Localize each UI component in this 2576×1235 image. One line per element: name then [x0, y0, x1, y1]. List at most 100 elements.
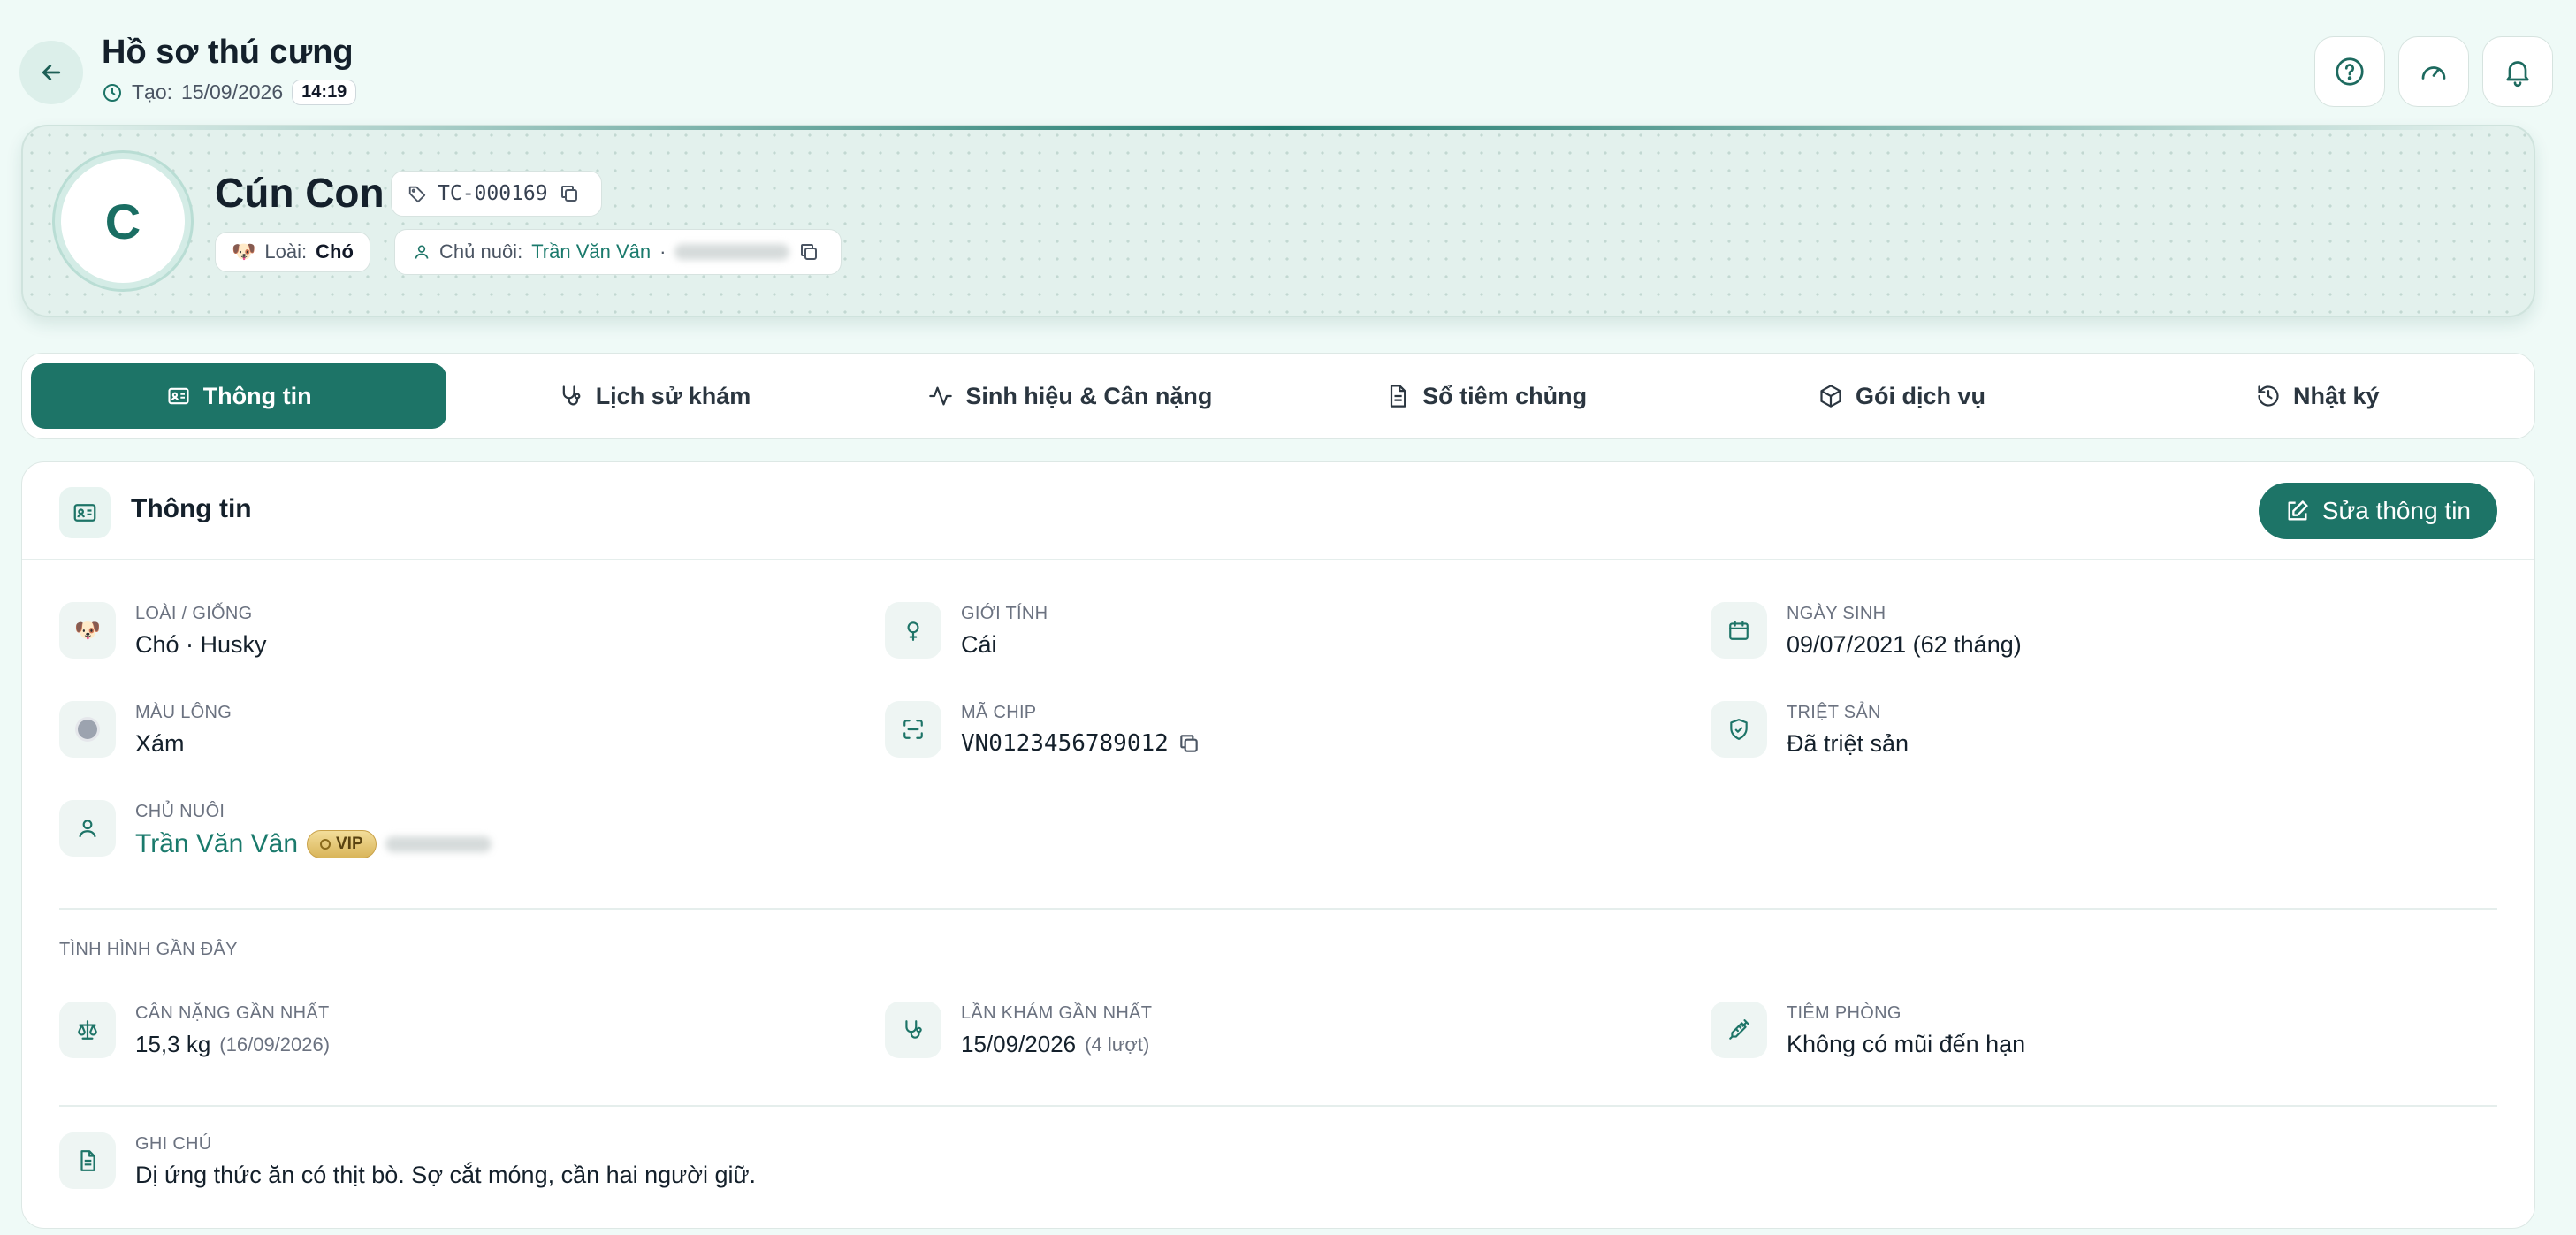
field-value-row: 15,3 kg (16/09/2026)	[135, 1031, 330, 1058]
notifications-button[interactable]	[2482, 36, 2553, 107]
dog-icon: 🐶	[59, 602, 116, 659]
field-breed: 🐶 LOÀI / GIỐNG Chó · Husky	[59, 602, 267, 659]
tab-bar: Thông tin Lịch sử khám Sinh hiệu & Cân n…	[21, 353, 2535, 439]
scan-icon	[885, 701, 941, 758]
activity-icon	[929, 386, 953, 406]
field-note: GHI CHÚ Dị ứng thức ăn có thịt bò. Sợ cắ…	[59, 1132, 756, 1189]
owner-name-link[interactable]: Trần Văn Vân	[135, 829, 298, 859]
scale-icon	[59, 1002, 116, 1058]
visit-date: 15/09/2026	[961, 1031, 1077, 1057]
species-value: Chó	[316, 240, 354, 263]
bell-icon	[2506, 61, 2529, 88]
tab-packages[interactable]: Gói dịch vụ	[1694, 363, 2109, 429]
field-label: LOÀI / GIỐNG	[135, 604, 253, 623]
field-coat: MÀU LÔNG Xám	[59, 701, 232, 758]
weight-value: 15,3 kg	[135, 1031, 211, 1057]
back-button[interactable]	[19, 41, 83, 104]
weight-date: (16/09/2026)	[219, 1033, 331, 1056]
owner-separator: ·	[659, 240, 667, 263]
help-circle-icon	[2336, 57, 2364, 86]
field-birthday: NGÀY SINH 09/07/2021 (62 tháng)	[1711, 602, 2022, 659]
recent-weight: CÂN NẶNG GẦN NHẤT 15,3 kg (16/09/2026)	[59, 1002, 330, 1058]
id-card-icon	[168, 387, 189, 405]
hero-accent-line	[58, 126, 2498, 130]
tag-icon	[408, 186, 426, 203]
vip-label: VIP	[336, 835, 363, 853]
copy-icon[interactable]	[1177, 732, 1200, 755]
field-label: CÂN NẶNG GẦN NHẤT	[135, 1003, 330, 1023]
field-label: GIỚI TÍNH	[961, 604, 1048, 623]
tab-vitals[interactable]: Sinh hiệu & Cân nặng	[863, 363, 1278, 429]
edit-icon	[2288, 500, 2308, 521]
field-label: MÃ CHIP	[961, 703, 1037, 722]
field-label: NGÀY SINH	[1787, 604, 1886, 623]
help-button[interactable]	[2314, 36, 2385, 107]
dog-icon: 🐶	[232, 240, 256, 263]
owner-phone-redacted	[674, 244, 790, 260]
info-card-header: Thông tin Sửa thông tin	[22, 462, 2534, 560]
field-label: CHỦ NUÔI	[135, 802, 225, 821]
copy-icon[interactable]	[798, 241, 819, 263]
copy-icon[interactable]	[559, 183, 580, 204]
field-value-row: VN0123456789012	[961, 730, 1200, 757]
field-label: MÀU LÔNG	[135, 703, 232, 722]
tab-label: Nhật ký	[2293, 382, 2380, 409]
divider	[59, 908, 2497, 910]
dashboard-button[interactable]	[2398, 36, 2469, 107]
package-icon	[1820, 385, 1841, 408]
arrow-left-icon	[42, 65, 61, 80]
color-swatch-icon	[59, 701, 116, 758]
field-chip: MÃ CHIP VN0123456789012	[885, 701, 1200, 758]
owner-label: Chủ nuôi:	[439, 240, 523, 263]
tab-label: Gói dịch vụ	[1855, 382, 1985, 409]
tab-label: Thông tin	[202, 382, 312, 409]
document-icon	[1391, 385, 1406, 408]
tab-label: Sinh hiệu & Cân nặng	[965, 382, 1213, 409]
owner-phone-redacted	[385, 836, 492, 852]
field-owner: CHỦ NUÔI Trần Văn Vân VIP	[59, 800, 492, 859]
clock-icon	[103, 83, 121, 102]
tab-vaccines[interactable]: Sổ tiêm chủng	[1278, 363, 1694, 429]
field-value: Xám	[135, 730, 185, 757]
created-info: Tạo: 15/09/2026 14:19	[102, 80, 357, 105]
top-bar: Hồ sơ thú cưng Tạo: 15/09/2026 14:19	[19, 19, 2553, 124]
breed-emoji: 🐶	[74, 618, 101, 643]
field-value: Dị ứng thức ăn có thịt bò. Sợ cắt móng, …	[135, 1162, 757, 1188]
syringe-icon	[1711, 1002, 1767, 1058]
tab-log[interactable]: Nhật ký	[2110, 363, 2526, 429]
field-value: Đã triệt sản	[1787, 730, 1909, 757]
field-label: TIÊM PHÒNG	[1787, 1003, 1902, 1023]
created-label: Tạo:	[132, 80, 173, 103]
field-value-row: Trần Văn Vân VIP	[135, 829, 492, 859]
tab-label: Lịch sử khám	[595, 382, 751, 409]
chip-number: VN0123456789012	[961, 730, 1169, 757]
vip-star-icon	[320, 839, 331, 850]
owner-link[interactable]: Trần Văn Vân	[531, 240, 651, 263]
tab-history[interactable]: Lịch sử khám	[446, 363, 862, 429]
tab-info[interactable]: Thông tin	[31, 363, 447, 429]
field-neutered: TRIỆT SẢN Đã triệt sản	[1711, 701, 1909, 758]
shield-check-icon	[1711, 701, 1767, 758]
field-value: Cái	[961, 631, 997, 658]
history-icon	[2258, 385, 2279, 407]
top-actions	[2314, 36, 2553, 107]
field-label: GHI CHÚ	[135, 1134, 212, 1154]
created-date: 15/09/2026	[181, 80, 284, 103]
field-label: TRIỆT SẢN	[1787, 703, 1881, 722]
id-card-icon	[59, 487, 111, 538]
recent-visit: LẦN KHÁM GẦN NHẤT 15/09/2026 (4 lượt)	[885, 1002, 1152, 1058]
edit-info-button[interactable]: Sửa thông tin	[2258, 483, 2497, 539]
pet-hero-card: C Cún Con TC-000169 🐶 Loài: Chó Chủ nuôi…	[21, 125, 2535, 317]
created-time: 14:19	[292, 80, 357, 105]
field-value: Chó · Husky	[135, 631, 267, 658]
pet-code-chip: TC-000169	[391, 171, 602, 217]
owner-chip: Chủ nuôi: Trần Văn Vân ·	[394, 229, 842, 275]
recent-vaccine: TIÊM PHÒNG Không có mũi đến hạn	[1711, 1002, 2025, 1058]
info-card: Thông tin Sửa thông tin 🐶 LOÀI / GIỐNG C…	[21, 461, 2535, 1229]
field-value-row: 15/09/2026 (4 lượt)	[961, 1031, 1152, 1058]
field-value: Không có mũi đến hạn	[1787, 1031, 2026, 1057]
visit-count: (4 lượt)	[1085, 1033, 1150, 1056]
field-value: 09/07/2021 (62 tháng)	[1787, 631, 2022, 658]
stethoscope-icon	[562, 385, 581, 406]
user-icon	[415, 245, 429, 259]
